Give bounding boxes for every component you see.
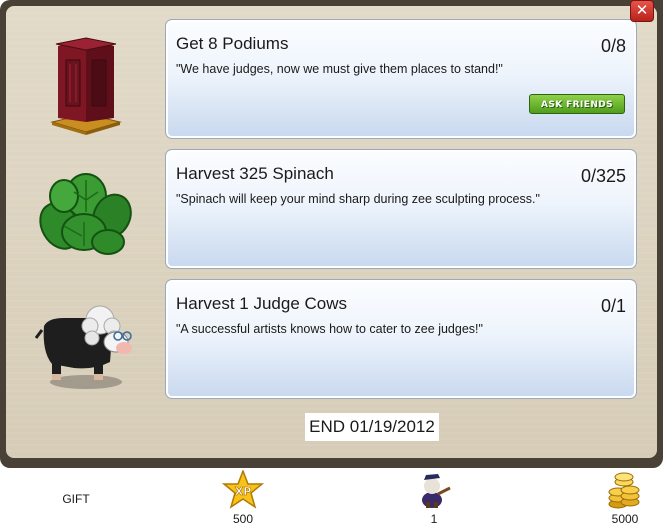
dialog-panel: Get 8 Podiums "We have judges, now we mu… — [6, 6, 657, 458]
end-date-label: END 01/19/2012 — [305, 413, 439, 441]
podium-icon — [50, 37, 122, 135]
task-progress: 0/1 — [600, 296, 626, 316]
task-title: Harvest 325 Spinach — [176, 164, 334, 183]
task-card-spinach: Harvest 325 Spinach "Spinach will keep y… — [165, 149, 637, 269]
coins-value: 5000 — [611, 512, 639, 526]
close-button[interactable]: ✕ — [630, 0, 654, 22]
quest-dialog: Get 8 Podiums "We have judges, now we mu… — [0, 0, 663, 528]
task-title: Get 8 Podiums — [176, 34, 289, 53]
ask-friends-button[interactable]: ASK FRIENDS — [529, 94, 625, 114]
xp-badge-text: XP — [235, 485, 252, 498]
task-progress: 0/8 — [600, 36, 626, 56]
task-progress: 0/325 — [580, 166, 626, 186]
task-card-judge-cows: Harvest 1 Judge Cows "A successful artis… — [165, 279, 637, 399]
coins-icon — [608, 472, 640, 509]
xp-star-icon: XP — [222, 470, 264, 509]
gift-label: GIFT — [62, 492, 90, 506]
task-quote: "Spinach will keep your mind sharp durin… — [176, 192, 540, 206]
dialog-frame: Get 8 Podiums "We have judges, now we mu… — [0, 0, 663, 468]
task-title: Harvest 1 Judge Cows — [176, 294, 348, 313]
xp-value: 500 — [232, 512, 254, 526]
task-quote: "A successful artists knows how to cater… — [176, 322, 483, 336]
spinach-icon — [39, 173, 132, 255]
task-quote: "We have judges, now we must give them p… — [176, 62, 503, 76]
task-card-podiums: Get 8 Podiums "We have judges, now we mu… — [165, 19, 637, 139]
item-value: 1 — [430, 512, 438, 526]
judge-mascot-icon — [422, 474, 451, 508]
judge-cow-icon — [34, 305, 132, 389]
